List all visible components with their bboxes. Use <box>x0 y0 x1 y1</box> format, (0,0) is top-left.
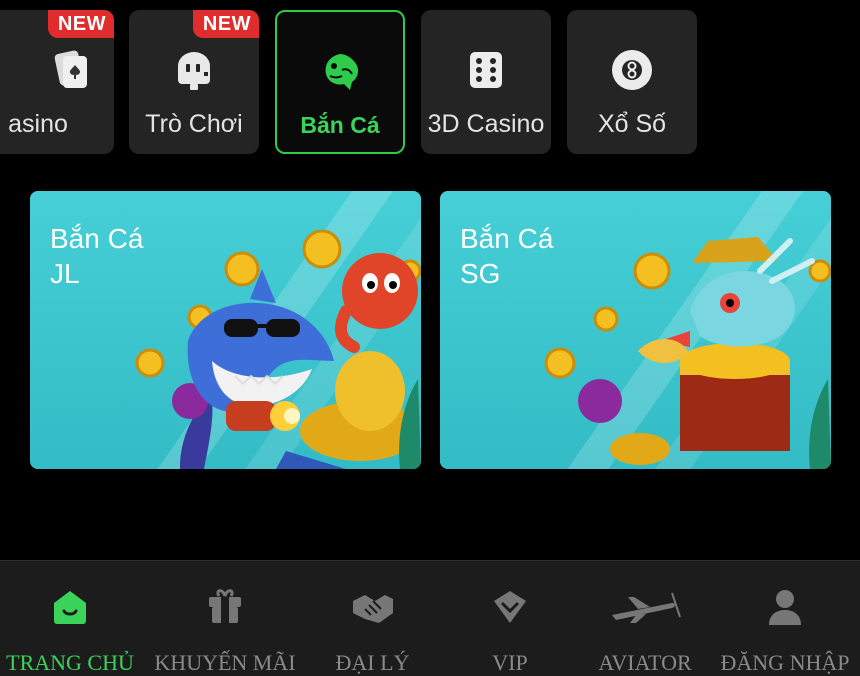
robot-icon <box>170 46 218 94</box>
tab-3d-casino[interactable]: 3D Casino <box>421 10 551 154</box>
airplane-icon <box>608 585 682 628</box>
tab-ban-ca[interactable]: Bắn Cá <box>275 10 405 154</box>
nav-label: ĐẠI LÝ <box>335 650 410 675</box>
nav-trang-chu[interactable]: TRANG CHỦ <box>0 561 140 676</box>
nav-label: AVIATOR <box>598 650 692 675</box>
nav-khuyen-mai[interactable]: KHUYẾN MÃI <box>150 561 300 676</box>
gift-icon <box>205 585 245 628</box>
new-badge: NEW <box>47 10 114 38</box>
fish-icon <box>316 48 364 96</box>
diamond-icon <box>490 585 530 628</box>
handshake-icon <box>351 585 395 628</box>
tab-label: 3D Casino <box>427 110 545 138</box>
tab-xo-so[interactable]: Xổ Số <box>567 10 697 154</box>
nav-vip[interactable]: VIP <box>470 561 550 676</box>
user-icon <box>765 585 805 628</box>
nav-label: TRANG CHỦ <box>6 650 134 675</box>
tab-casino[interactable]: asino NEW <box>0 10 114 154</box>
tab-tro-choi[interactable]: Trò Chơi NEW <box>129 10 259 154</box>
category-tabs: asino NEW Trò Chơi NEW Bắn Cá 3D Casino … <box>0 0 860 160</box>
game-card-ban-ca-sg[interactable]: Bắn Cá SG <box>440 191 831 469</box>
nav-dang-nhap[interactable]: ĐĂNG NHẬP <box>715 561 855 676</box>
new-badge: NEW <box>192 10 259 38</box>
tab-label: Bắn Cá <box>300 112 380 138</box>
nav-dai-ly[interactable]: ĐẠI LÝ <box>315 561 430 676</box>
game-card-ban-ca-jl[interactable]: Bắn Cá JL <box>30 191 421 469</box>
lottery-ball-icon <box>608 46 656 94</box>
tab-label: Trò Chơi <box>145 110 243 138</box>
nav-label: VIP <box>492 650 528 675</box>
cards-icon <box>43 46 91 94</box>
tab-label: asino <box>8 110 68 138</box>
home-icon <box>50 585 90 628</box>
nav-label: ĐĂNG NHẬP <box>720 650 850 675</box>
nav-label: KHUYẾN MÃI <box>154 650 296 675</box>
nav-aviator[interactable]: AVIATOR <box>590 561 700 676</box>
bottom-nav: TRANG CHỦ KHUYẾN MÃI ĐẠI LÝ VIP AVIATOR … <box>0 560 860 676</box>
dice-icon <box>462 46 510 94</box>
tab-label: Xổ Số <box>597 110 667 138</box>
game-title: Bắn Cá JL <box>50 223 144 289</box>
game-title: Bắn Cá SG <box>460 223 554 289</box>
